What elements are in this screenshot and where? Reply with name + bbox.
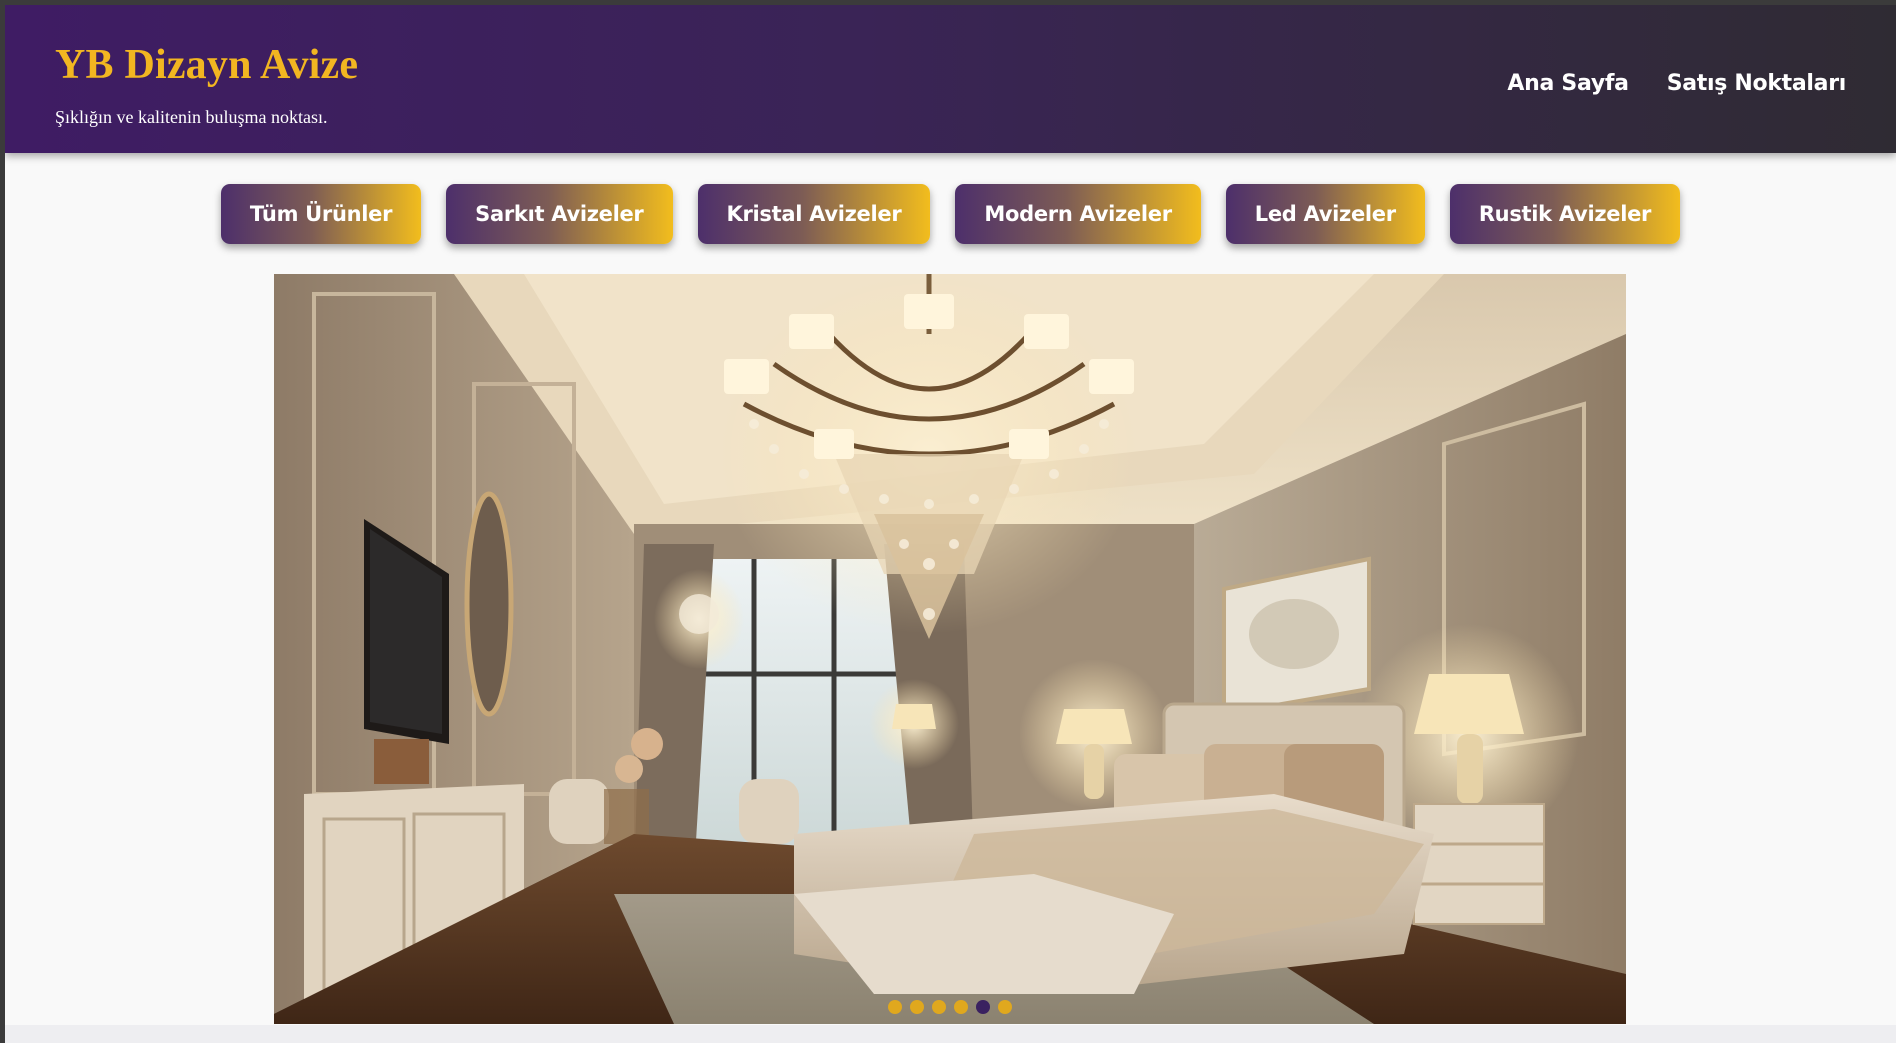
hero-slider[interactable] <box>274 274 1626 1024</box>
page-bottom-edge <box>5 1025 1896 1043</box>
category-button-modern[interactable]: Modern Avizeler <box>955 184 1201 244</box>
nav-link-stores[interactable]: Satış Noktaları <box>1667 71 1847 96</box>
slider-dot[interactable] <box>888 1000 902 1014</box>
category-button-pendant[interactable]: Sarkıt Avizeler <box>446 184 673 244</box>
main-nav: Ana Sayfa Satış Noktaları <box>1507 71 1846 96</box>
slider-dot[interactable] <box>932 1000 946 1014</box>
slider-dot-active[interactable] <box>976 1000 990 1014</box>
slider-dot[interactable] <box>910 1000 924 1014</box>
category-button-rustic[interactable]: Rustik Avizeler <box>1449 184 1681 244</box>
site-header: YB Dizayn Avize Şıklığın ve kalitenin bu… <box>5 5 1896 153</box>
slider-dot[interactable] <box>998 1000 1012 1014</box>
category-button-all[interactable]: Tüm Ürünler <box>220 184 422 244</box>
category-button-crystal[interactable]: Kristal Avizeler <box>697 184 931 244</box>
hero-image <box>274 274 1626 1024</box>
slider-dot[interactable] <box>954 1000 968 1014</box>
nav-link-home[interactable]: Ana Sayfa <box>1507 71 1629 96</box>
slider-dots <box>274 1000 1626 1014</box>
site-title[interactable]: YB Dizayn Avize <box>55 41 358 89</box>
category-button-led[interactable]: Led Avizeler <box>1225 184 1425 244</box>
category-bar: Tüm Ürünler Sarkıt Avizeler Kristal Aviz… <box>5 184 1896 244</box>
page: YB Dizayn Avize Şıklığın ve kalitenin bu… <box>5 5 1896 1043</box>
site-tagline: Şıklığın ve kalitenin buluşma noktası. <box>55 107 328 127</box>
